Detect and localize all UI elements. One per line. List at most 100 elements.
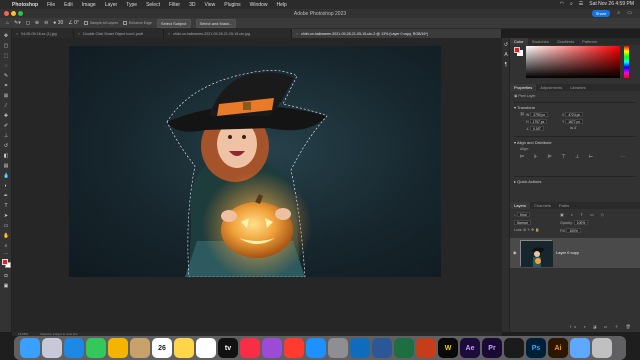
calendar-dock-icon[interactable]: 26 xyxy=(152,338,172,358)
brush-tool-icon[interactable]: ✐ xyxy=(3,123,9,129)
lasso-tool-icon[interactable]: ◌ xyxy=(3,63,9,69)
close-icon[interactable]: × xyxy=(16,32,18,36)
link-dimensions-icon[interactable]: ⛓ xyxy=(520,112,524,116)
width-field[interactable]: 2790 px xyxy=(530,112,549,117)
brush-size-icon[interactable]: ● 30 xyxy=(53,20,63,26)
type-tool-icon[interactable]: T xyxy=(3,203,9,209)
notes-dock-icon[interactable] xyxy=(174,338,194,358)
more-tools-icon[interactable]: ⋯ xyxy=(3,251,9,257)
webex-dock-icon[interactable]: W xyxy=(438,338,458,358)
eraser-tool-icon[interactable]: ◧ xyxy=(3,153,9,159)
hand-tool-icon[interactable]: ✋ xyxy=(3,233,9,239)
outlook-dock-icon[interactable] xyxy=(350,338,370,358)
layer-row-selected[interactable]: ◉ Layer 0 copy xyxy=(510,238,640,268)
new-selection-icon[interactable]: ◻ xyxy=(26,20,30,26)
photoshop-dock-icon[interactable]: Ps xyxy=(526,338,546,358)
enhance-edge-checkbox[interactable]: Enhance Edge xyxy=(122,21,152,26)
select-and-mask-button[interactable]: Select and Mask... xyxy=(195,18,237,28)
tab-properties[interactable]: Properties xyxy=(510,84,537,91)
premiere-dock-icon[interactable]: Pr xyxy=(482,338,502,358)
tab-gradients[interactable]: Gradients xyxy=(553,38,578,45)
folder-dock-icon[interactable] xyxy=(570,338,590,358)
zoom-tool-icon[interactable]: ⌕ xyxy=(3,243,9,249)
after-effects-dock-icon[interactable]: Ae xyxy=(460,338,480,358)
marquee-tool-icon[interactable]: ⬚ xyxy=(3,53,9,59)
character-panel-icon[interactable]: A xyxy=(503,52,509,58)
fill-field[interactable]: 100% xyxy=(566,228,581,233)
clone-stamp-tool-icon[interactable]: ⊥ xyxy=(3,133,9,139)
podcasts-dock-icon[interactable] xyxy=(262,338,282,358)
quick-selection-tool-icon[interactable]: ✎ xyxy=(3,73,9,79)
safari-dock-icon[interactable] xyxy=(64,338,84,358)
search-icon[interactable]: ⌕ xyxy=(570,1,573,7)
launchpad-dock-icon[interactable] xyxy=(42,338,62,358)
menu-3d[interactable]: 3D xyxy=(189,2,195,8)
align-header[interactable]: ▾ Align and Distribute xyxy=(514,140,552,145)
layer-name[interactable]: Layer 0 copy xyxy=(556,250,579,255)
transform-header[interactable]: ▾ Transform xyxy=(514,105,535,110)
menu-type[interactable]: Type xyxy=(126,2,137,8)
lock-icons[interactable]: ⊞ ✎ ✥ 🔒 xyxy=(523,228,539,232)
history-brush-tool-icon[interactable]: ↺ xyxy=(3,143,9,149)
healing-brush-tool-icon[interactable]: ✚ xyxy=(3,113,9,119)
doc-tab[interactable]: × child-on-halloween-2021-09-28-21-05-15-… xyxy=(164,29,292,38)
blur-tool-icon[interactable]: 💧 xyxy=(3,173,9,179)
photos-dock-icon[interactable] xyxy=(108,338,128,358)
search-icon[interactable]: ⌕ xyxy=(617,10,620,16)
foreground-color-swatch[interactable] xyxy=(514,47,520,53)
opacity-field[interactable]: 100% xyxy=(573,220,589,225)
angle-icon[interactable]: ∠ 0° xyxy=(68,20,79,26)
history-panel-icon[interactable]: ↺ xyxy=(503,42,509,48)
tab-channels[interactable]: Channels xyxy=(530,202,555,209)
more-options-icon[interactable]: ⋯ xyxy=(620,154,625,160)
menu-view[interactable]: View xyxy=(205,2,216,8)
system-settings-dock-icon[interactable] xyxy=(328,338,348,358)
reminders-dock-icon[interactable] xyxy=(196,338,216,358)
screen-mode-icon[interactable]: ▣ xyxy=(3,283,9,289)
quick-actions-header[interactable]: ▸ Quick Actions xyxy=(514,179,541,184)
canvas-area[interactable] xyxy=(12,38,502,332)
color-picker-field[interactable] xyxy=(526,46,620,78)
layer-filter[interactable]: ⌕ Kind xyxy=(514,212,530,217)
crop-tool-icon[interactable]: ⌗ xyxy=(3,83,9,89)
layer-footer-icons[interactable]: fx ◑ ◪ ▭ ＋ 🗑 xyxy=(570,324,634,330)
control-center-icon[interactable]: ☰ xyxy=(579,1,583,7)
menu-app[interactable]: Photoshop xyxy=(12,2,38,8)
add-selection-icon[interactable]: ⊕ xyxy=(35,20,39,26)
doc-tab[interactable]: × Double Click Smart Object Icon1.psdt xyxy=(74,29,164,38)
menu-select[interactable]: Select xyxy=(146,2,160,8)
finder-dock-icon[interactable] xyxy=(20,338,40,358)
contacts-dock-icon[interactable] xyxy=(130,338,150,358)
paragraph-panel-icon[interactable]: ¶ xyxy=(503,62,509,68)
app-store-dock-icon[interactable] xyxy=(306,338,326,358)
x-field[interactable]: 4724 px xyxy=(565,112,584,117)
tab-paths[interactable]: Paths xyxy=(555,202,573,209)
filter-kind-select[interactable]: Kind xyxy=(516,212,530,217)
sample-all-layers-checkbox[interactable]: Sample All Layers xyxy=(83,21,118,26)
word-dock-icon[interactable] xyxy=(372,338,392,358)
menu-filter[interactable]: Filter xyxy=(169,2,180,8)
wifi-icon[interactable]: ◠ xyxy=(560,1,564,7)
menu-file[interactable]: File xyxy=(47,2,55,8)
pen-tool-icon[interactable]: ✒ xyxy=(3,193,9,199)
powerpoint-dock-icon[interactable] xyxy=(416,338,436,358)
close-icon[interactable]: × xyxy=(296,32,298,36)
doc-tab-active[interactable]: × child-on-halloween-2021-09-28-21-05-15-… xyxy=(292,29,502,38)
tab-adjustments[interactable]: Adjustments xyxy=(536,84,566,91)
tab-libraries[interactable]: Libraries xyxy=(566,84,589,91)
messages-dock-icon[interactable] xyxy=(86,338,106,358)
filter-icons[interactable]: ▣ ◐ T ▭ ◇ xyxy=(560,212,607,217)
workspace-icon[interactable]: ▭ xyxy=(627,10,632,16)
close-icon[interactable]: × xyxy=(78,32,80,36)
illustrator-dock-icon[interactable]: Ai xyxy=(548,338,568,358)
clock[interactable]: Sat Nov 26 4:59 PM xyxy=(589,1,634,7)
y-field[interactable]: 1677 px xyxy=(565,119,583,124)
doc-tab[interactable]: × 04-05-09-16-sc (1).jpg xyxy=(12,29,74,38)
news-dock-icon[interactable] xyxy=(284,338,304,358)
music-dock-icon[interactable] xyxy=(240,338,260,358)
menu-help[interactable]: Help xyxy=(276,2,286,8)
menu-edit[interactable]: Edit xyxy=(64,2,73,8)
select-subject-button[interactable]: Select Subject xyxy=(156,18,191,28)
hue-slider[interactable] xyxy=(624,46,629,78)
angle-field[interactable]: 0.00° xyxy=(530,126,544,131)
